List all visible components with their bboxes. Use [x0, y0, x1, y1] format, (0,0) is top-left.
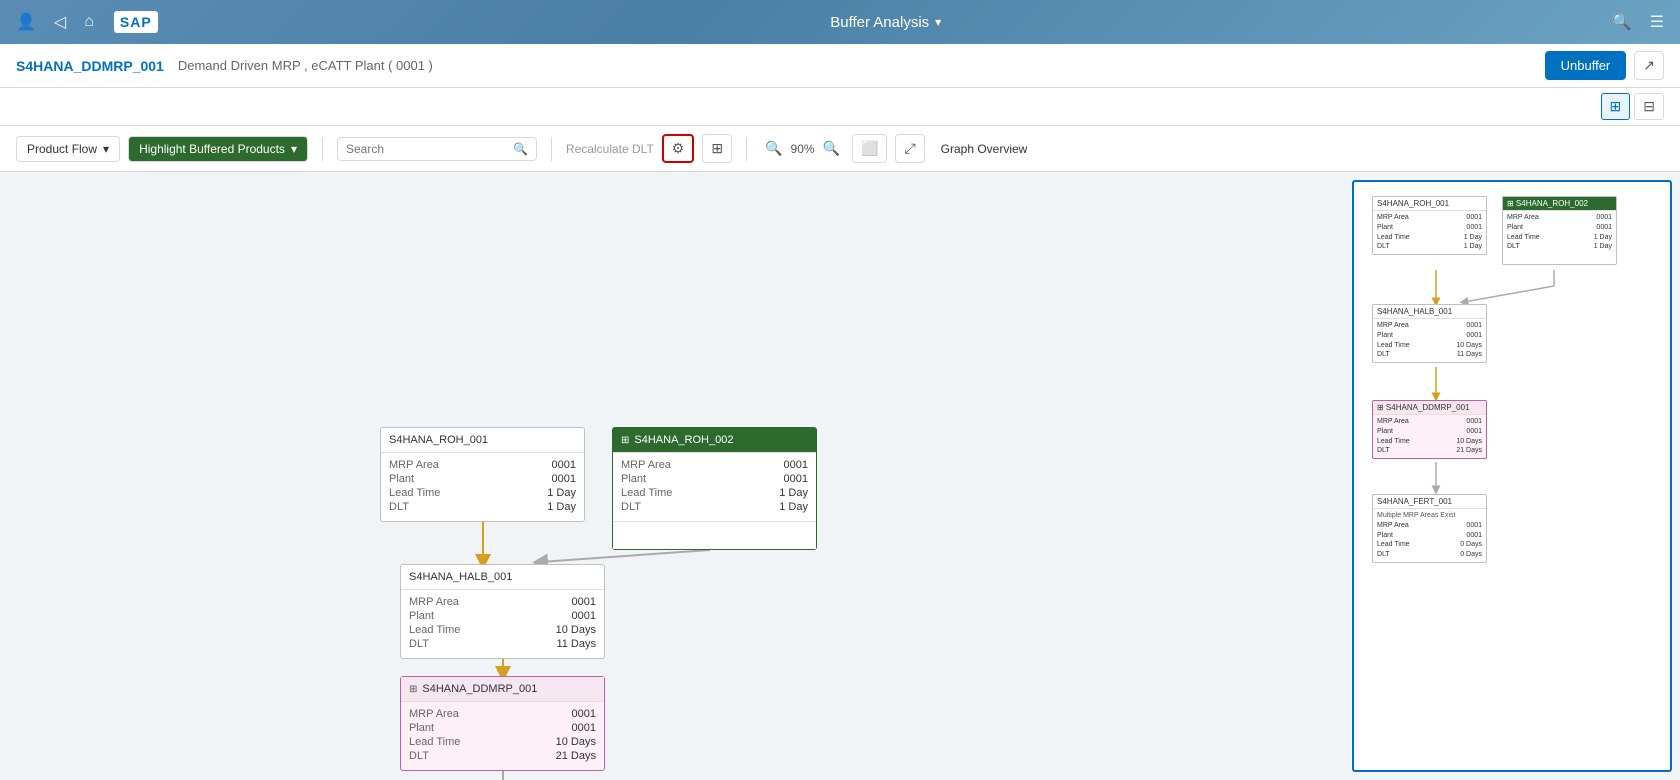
view-toggle-bar: ⊞ ⊟	[0, 88, 1680, 126]
table-layout-button[interactable]: ⊞	[702, 134, 732, 163]
flow-canvas[interactable]: S4HANA_ROH_001 MRP Area 0001 Plant 0001 …	[0, 172, 1352, 780]
fullscreen-button[interactable]: ⤢	[895, 134, 924, 163]
menu-icon[interactable]: ☰	[1646, 8, 1668, 36]
node-roh-001-header: S4HANA_ROH_001	[381, 428, 584, 453]
settings-gear-button[interactable]: ⚙	[662, 134, 695, 163]
main-content: S4HANA_ROH_001 MRP Area 0001 Plant 0001 …	[0, 172, 1680, 780]
zoom-control: 🔍 90% 🔍	[761, 138, 844, 159]
system-bar: S4HANA_DDMRP_001 Demand Driven MRP , eCA…	[0, 44, 1680, 88]
graph-overview-label: Graph Overview	[941, 142, 1028, 156]
toolbar-divider-2	[551, 137, 552, 161]
zoom-out-button[interactable]: 🔍	[819, 138, 844, 159]
external-link-icon[interactable]: ↗	[1634, 51, 1664, 80]
top-navigation: 👤 ◁ ⌂ SAP Buffer Analysis ▾ 🔍 ☰	[0, 0, 1680, 44]
node-row: Plant 0001	[409, 722, 596, 734]
mini-node-roh-002: ⊞ S4HANA_ROH_002 MRP Area0001 Plant0001 …	[1502, 196, 1617, 265]
node-roh-001-body: MRP Area 0001 Plant 0001 Lead Time 1 Day…	[381, 453, 584, 521]
node-row: MRP Area 0001	[621, 459, 808, 471]
nav-right-icons: 🔍 ☰	[1608, 8, 1668, 36]
node-row: DLT 1 Day	[389, 501, 576, 513]
node-row: DLT 21 Days	[409, 750, 596, 762]
page-title: Buffer Analysis ▾	[174, 14, 1598, 31]
node-row: Plant 0001	[621, 473, 808, 485]
toolbar-divider-1	[322, 137, 323, 161]
mini-node-halb-001: S4HANA_HALB_001 MRP Area0001 Plant0001 L…	[1372, 304, 1487, 363]
mini-canvas: S4HANA_ROH_001 MRP Area0001 Plant0001 Le…	[1354, 182, 1670, 770]
product-flow-dropdown[interactable]: Product Flow ▾	[16, 136, 120, 162]
mini-node-ddmrp-001: ⊞ S4HANA_DDMRP_001 MRP Area0001 Plant000…	[1372, 400, 1487, 459]
search-icon[interactable]: 🔍	[1608, 8, 1636, 36]
node-row: Lead Time 1 Day	[389, 487, 576, 499]
node-row: MRP Area 0001	[409, 708, 596, 720]
mini-node-fert-001: S4HANA_FERT_001 Multiple MRP Areas Exist…	[1372, 494, 1487, 563]
search-icon: 🔍	[513, 142, 528, 156]
back-icon[interactable]: ◁	[50, 8, 70, 36]
mini-arrows	[1354, 182, 1670, 770]
node-row: MRP Area 0001	[409, 596, 596, 608]
node-row: Lead Time 10 Days	[409, 736, 596, 748]
system-description: Demand Driven MRP , eCATT Plant ( 0001 )	[178, 58, 433, 73]
node-roh-001[interactable]: S4HANA_ROH_001 MRP Area 0001 Plant 0001 …	[380, 427, 585, 522]
system-bar-actions: Unbuffer ↗	[1545, 51, 1664, 80]
zoom-in-button[interactable]: 🔍	[761, 138, 786, 159]
node-roh-002-body: MRP Area 0001 Plant 0001 Lead Time 1 Day…	[613, 453, 816, 521]
grid-view-button[interactable]: ⊞	[1601, 93, 1631, 120]
search-input[interactable]	[346, 142, 507, 156]
graph-overview-panel: S4HANA_ROH_001 MRP Area0001 Plant0001 Le…	[1352, 180, 1672, 772]
node-halb-001-body: MRP Area 0001 Plant 0001 Lead Time 10 Da…	[401, 590, 604, 658]
node-roh-002[interactable]: ⊞ S4HANA_ROH_002 MRP Area 0001 Plant 000…	[612, 427, 817, 550]
node-ddmrp-001-body: MRP Area 0001 Plant 0001 Lead Time 10 Da…	[401, 702, 604, 770]
node-row: Lead Time 1 Day	[621, 487, 808, 499]
toolbar: Product Flow ▾ Highlight Buffered Produc…	[0, 126, 1680, 172]
node-ddmrp-001[interactable]: ⊞ S4HANA_DDMRP_001 MRP Area 0001 Plant 0…	[400, 676, 605, 771]
highlight-buffered-dropdown[interactable]: Highlight Buffered Products ▾	[128, 136, 308, 162]
node-row: Plant 0001	[389, 473, 576, 485]
node-row: DLT 11 Days	[409, 638, 596, 650]
node-ddmrp-001-header: ⊞ S4HANA_DDMRP_001	[401, 677, 604, 702]
node-halb-001[interactable]: S4HANA_HALB_001 MRP Area 0001 Plant 0001…	[400, 564, 605, 659]
sap-logo: SAP	[114, 11, 158, 33]
home-icon[interactable]: ⌂	[80, 9, 98, 35]
node-row: Plant 0001	[409, 610, 596, 622]
node-row: DLT 1 Day	[621, 501, 808, 513]
unbuffer-button[interactable]: Unbuffer	[1545, 51, 1627, 80]
diagram-view-button[interactable]: ⊟	[1634, 93, 1664, 120]
mini-node-roh-001: S4HANA_ROH_001 MRP Area0001 Plant0001 Le…	[1372, 196, 1487, 255]
system-id: S4HANA_DDMRP_001	[16, 58, 164, 74]
user-icon[interactable]: 👤	[12, 8, 40, 36]
recalculate-dlt-button[interactable]: Recalculate DLT	[566, 142, 654, 156]
node-roh-002-header: ⊞ S4HANA_ROH_002	[613, 428, 816, 453]
toolbar-divider-3	[746, 137, 747, 161]
fit-screen-button[interactable]: ⬜	[852, 134, 887, 163]
node-halb-001-header: S4HANA_HALB_001	[401, 565, 604, 590]
search-box[interactable]: 🔍	[337, 137, 537, 161]
node-row: Lead Time 10 Days	[409, 624, 596, 636]
node-row: MRP Area 0001	[389, 459, 576, 471]
zoom-level: 90%	[791, 142, 815, 156]
